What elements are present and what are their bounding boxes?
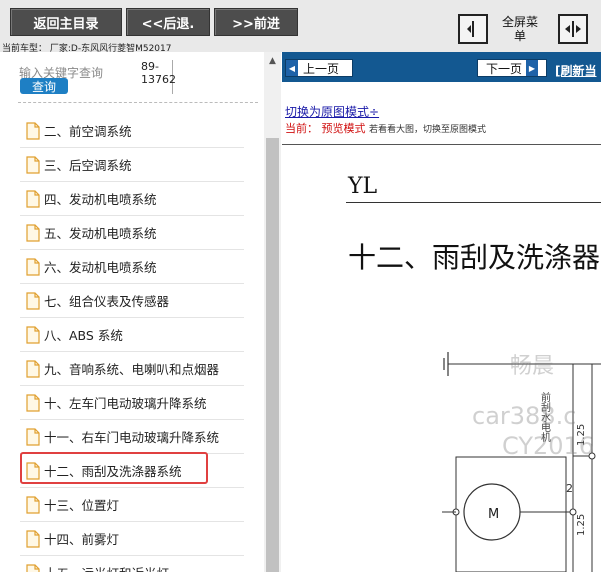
- sidebar-menu-item-label: 八、ABS 系统: [44, 328, 123, 343]
- next-page-label: 下一页: [485, 61, 522, 76]
- back-button[interactable]: <<后退.: [126, 8, 210, 36]
- doc-header-rule: [346, 202, 601, 203]
- document-icon: [26, 427, 40, 446]
- doc-section-heading: 十二、雨刮及洗涤器: [348, 241, 601, 274]
- pin-number-label: 2: [566, 482, 573, 495]
- forward-button[interactable]: >>前进: [214, 8, 298, 36]
- phone-number: 89- 13762: [141, 60, 176, 94]
- sidebar-menu-item-label: 四、发动机电喷系统: [44, 192, 157, 207]
- sidebar-menu-item[interactable]: 八、ABS 系统: [20, 318, 244, 352]
- sidebar-menu-item[interactable]: 七、组合仪表及传感器: [20, 284, 244, 318]
- mode-prefix: 当前：: [285, 122, 318, 135]
- expand-arrows-icon: [565, 21, 581, 37]
- fullscreen-menu-label[interactable]: 全屏菜单: [500, 15, 540, 43]
- sidebar-menu-item[interactable]: 四、发动机电喷系统: [20, 182, 244, 216]
- sidebar-menu-item[interactable]: 三、后空调系统: [20, 148, 244, 182]
- phone-line-1: 89-: [141, 60, 159, 73]
- sidebar-menu-item[interactable]: 十三、位置灯: [20, 488, 244, 522]
- expand-panel-button[interactable]: [558, 14, 588, 44]
- sidebar-menu-item-label: 十三、位置灯: [44, 498, 120, 513]
- sidebar-menu-item[interactable]: 九、音响系统、电喇叭和点烟器: [20, 352, 244, 386]
- sidebar-menu-item[interactable]: 五、发动机电喷系统: [20, 216, 244, 250]
- sidebar-menu-item-label: 九、音响系统、电喇叭和点烟器: [44, 362, 220, 377]
- document-icon: [26, 461, 40, 480]
- document-icon: [26, 155, 40, 174]
- document-icon: [26, 563, 40, 572]
- sidebar-menu-item-label: 十、左车门电动玻璃升降系统: [44, 396, 207, 411]
- sidebar-menu-item-label: 六、发动机电喷系统: [44, 260, 157, 275]
- sidebar-menu-item[interactable]: 十四、前雾灯: [20, 522, 244, 556]
- arrow-left-icon: ◀: [286, 60, 298, 76]
- refresh-link[interactable]: [刷新当: [555, 62, 597, 79]
- document-icon: [26, 223, 40, 242]
- document-top-rule: [282, 144, 601, 145]
- sidebar-menu-item-label: 十一、右车门电动玻璃升降系统: [44, 430, 220, 445]
- document-icon: [26, 495, 40, 514]
- sidebar-menu-item-label: 十五、远光灯和近光灯: [44, 563, 169, 572]
- sidebar-menu-item-label: 二、前空调系统: [44, 124, 132, 139]
- watermark-text-2: car388.c: [472, 402, 577, 430]
- sidebar-menu-item[interactable]: 十、左车门电动玻璃升降系统: [20, 386, 244, 420]
- search-button[interactable]: 查询: [20, 78, 68, 94]
- document-icon: [26, 325, 40, 344]
- sidebar-menu-item-label: 十二、雨刮及洗涤器系统: [44, 464, 182, 479]
- page-nav-bar: ◀ 上一页 下一页 ▶ [刷新当: [282, 52, 601, 82]
- sidebar-menu-item[interactable]: 六、发动机电喷系统: [20, 250, 244, 284]
- mode-hint: 若看看大图，切换至原图模式: [369, 125, 487, 135]
- document-icon: [26, 189, 40, 208]
- document-icon: [26, 291, 40, 310]
- sidebar-menu-item[interactable]: 十一、右车门电动玻璃升降系统: [20, 420, 244, 454]
- sidebar-menu-item-label: 七、组合仪表及传感器: [44, 294, 170, 309]
- sidebar-menu-item-label: 五、发动机电喷系统: [44, 226, 157, 241]
- phone-line-2: 13762: [141, 73, 176, 86]
- chapter-menu: 二、前空调系统 三、后空调系统四、发动机电喷系统 五、发动机电喷系统 六、发动机电喷系…: [20, 114, 244, 572]
- doc-model-code: YL: [348, 174, 378, 199]
- prev-page-label: 上一页: [303, 61, 340, 76]
- arrow-right-icon: ▶: [526, 60, 538, 76]
- sidebar-menu-item-label: 三、后空调系统: [44, 158, 132, 173]
- sidebar: 查询 89- 13762 二、前空调系统三、后空调系统四、发动机电喷系统五、发动…: [0, 52, 264, 572]
- collapse-arrows-icon: [467, 21, 474, 37]
- scroll-up-arrow-icon[interactable]: ▲: [264, 52, 281, 69]
- motor-symbol-label: M: [488, 507, 499, 522]
- mode-name: 预览模式: [321, 122, 366, 135]
- mode-status: 当前： 预览模式 若看看大图，切换至原图模式: [285, 120, 486, 136]
- document-icon: [26, 529, 40, 548]
- sidebar-menu-item[interactable]: 十二、雨刮及洗涤器系统: [20, 454, 244, 488]
- document-icon: [26, 359, 40, 378]
- prev-page-button[interactable]: ◀ 上一页: [285, 59, 353, 77]
- scroll-thumb[interactable]: [266, 138, 279, 572]
- top-toolbar: 返回主目录 <<后退. >>前进 当前车型： 厂家:D-东风风行菱智M52017…: [0, 0, 601, 54]
- document-icon: [26, 257, 40, 276]
- document-viewer: ◀ 上一页 下一页 ▶ [刷新当 切换为原图模式÷ 当前： 预览模式 若看看大图…: [282, 52, 601, 572]
- home-button[interactable]: 返回主目录: [10, 8, 122, 36]
- document-icon: [26, 393, 40, 412]
- sidebar-menu-item[interactable]: 十五、远光灯和近光灯: [20, 556, 244, 572]
- collapse-panel-button[interactable]: [458, 14, 488, 44]
- wire-gauge-label-2: 1.25: [576, 514, 587, 536]
- next-page-button[interactable]: 下一页 ▶: [477, 59, 547, 77]
- watermark-text-3: CY2016: [502, 432, 595, 460]
- sidebar-menu-item-label: 十四、前雾灯: [44, 532, 120, 547]
- sidebar-menu-item[interactable]: 二、前空调系统: [20, 114, 244, 148]
- document-icon: [26, 121, 40, 140]
- sidebar-scrollbar[interactable]: ▲: [264, 52, 281, 572]
- watermark-text-1: 畅晨: [510, 354, 555, 379]
- switch-to-original-link[interactable]: 切换为原图模式÷: [285, 103, 379, 120]
- sidebar-divider: [18, 102, 258, 103]
